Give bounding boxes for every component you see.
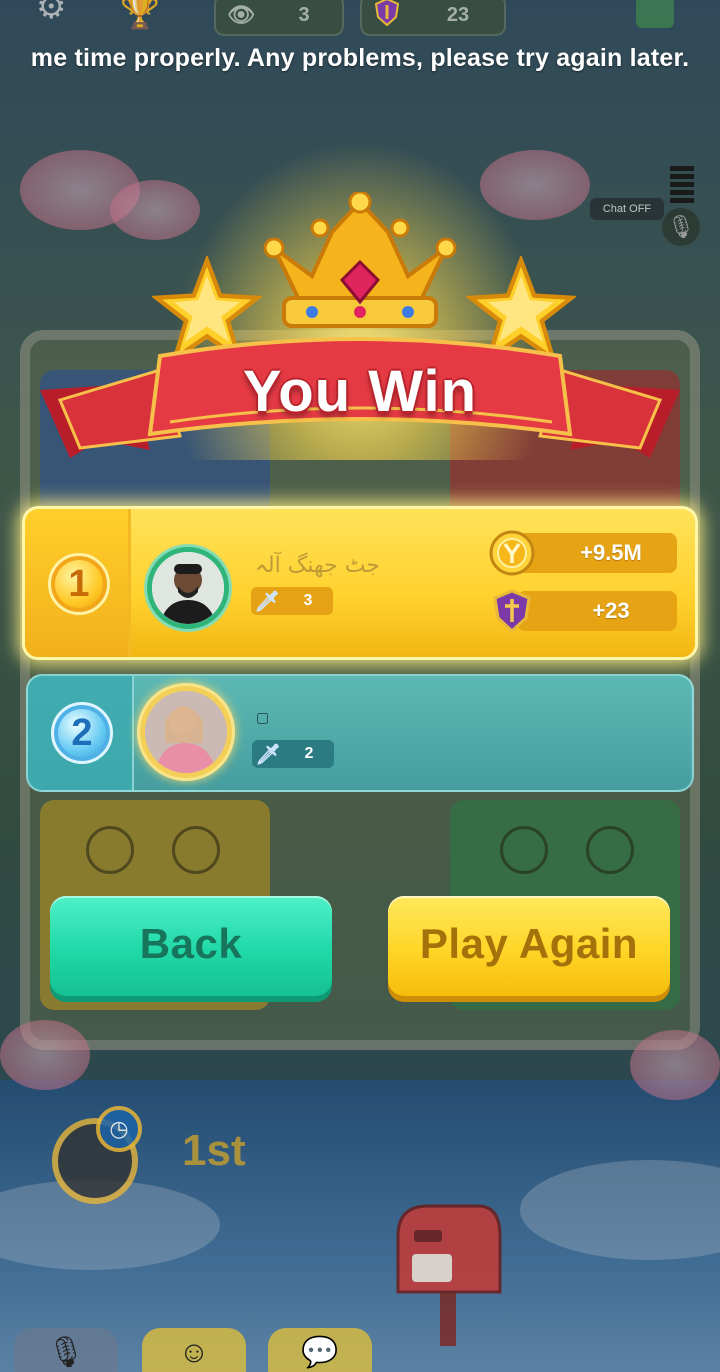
coins-reward: +9.5M — [489, 530, 677, 576]
tokens-home-count: 🗡 2 — [252, 740, 334, 768]
rank-medal-gold: 1 — [48, 553, 110, 615]
store-icon[interactable] — [636, 0, 674, 28]
chat-off-badge[interactable]: Chat OFF — [590, 198, 664, 220]
trophy-reward: +23 — [493, 589, 677, 634]
eye-icon: 👁 — [227, 2, 255, 27]
tokens-home-count: 🗡 3 — [251, 587, 333, 615]
play-again-button[interactable]: Play Again — [388, 896, 670, 996]
you-win-title: You Win — [242, 359, 478, 424]
crown-icon — [263, 192, 457, 328]
rank-medal-silver: 2 — [51, 702, 113, 764]
spectator-count: 👁 3 — [214, 0, 344, 36]
rank-cell: 1 — [25, 509, 131, 657]
player-avatar[interactable] — [147, 547, 229, 629]
microphone-icon[interactable]: 🎙 — [662, 208, 700, 246]
back-button[interactable]: Back — [50, 896, 332, 996]
player-name: ▢ — [256, 710, 270, 726]
gold-coin-icon — [489, 530, 535, 576]
rank-cell: 2 — [28, 676, 134, 790]
settings-gear-icon[interactable]: ⚙ — [36, 0, 80, 28]
connection-notice: me time properly. Any problems, please t… — [30, 44, 690, 72]
shield-trophy-icon — [493, 589, 531, 634]
sword-icon: 🗡 — [254, 590, 280, 613]
result-row-first[interactable]: 1 جٹ جھنگ آلہ 🗡 3 +9.5M +23 — [22, 506, 698, 660]
chat-button[interactable]: 💬 — [268, 1328, 372, 1372]
trophy-icon[interactable]: 🏆 — [120, 0, 160, 28]
my-place-label: 1st — [182, 1126, 246, 1175]
player-name: جٹ جھنگ آلہ — [255, 553, 380, 578]
timer-icon: ◷ — [96, 1106, 142, 1152]
player-avatar[interactable] — [140, 686, 232, 778]
trophy-stake: 23 — [360, 0, 506, 36]
emoji-button[interactable]: ☺ — [142, 1328, 246, 1372]
menu-bars-icon[interactable] — [670, 166, 694, 206]
result-row-second[interactable]: 2 ▢ 🗡 2 — [26, 674, 694, 792]
shield-trophy-icon — [362, 0, 412, 33]
mailbox-icon — [396, 1204, 502, 1346]
mute-mic-button[interactable]: 🎙 — [14, 1328, 118, 1372]
sword-icon: 🗡 — [255, 743, 281, 766]
